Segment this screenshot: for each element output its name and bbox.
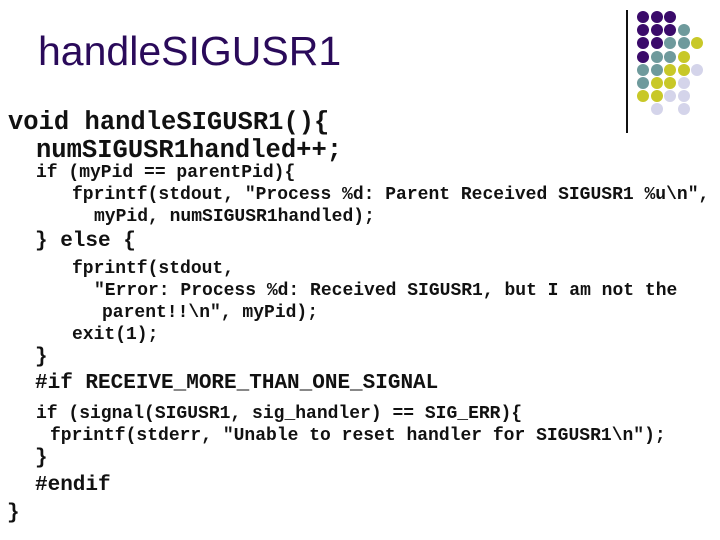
decorative-dot bbox=[664, 63, 677, 76]
code-line: myPid, numSIGUSR1handled); bbox=[94, 207, 375, 227]
code-line: #endif bbox=[35, 474, 111, 497]
code-line: #if RECEIVE_MORE_THAN_ONE_SIGNAL bbox=[35, 372, 439, 395]
decorative-dot bbox=[637, 63, 649, 76]
slide-title: handleSIGUSR1 bbox=[38, 28, 342, 74]
code-line: "Error: Process %d: Received SIGUSR1, bu… bbox=[94, 281, 678, 301]
decorative-dot bbox=[677, 24, 690, 37]
code-line: } bbox=[7, 502, 20, 525]
decorative-dot bbox=[677, 50, 690, 63]
decorative-dot bbox=[650, 63, 663, 76]
decorative-divider-line bbox=[626, 10, 628, 133]
decorative-dot bbox=[664, 37, 677, 50]
decorative-dot bbox=[664, 24, 677, 37]
decorative-dot bbox=[691, 37, 704, 50]
code-line: numSIGUSR1handled++; bbox=[36, 136, 343, 165]
decorative-dot bbox=[664, 77, 677, 89]
decorative-dot bbox=[637, 37, 649, 50]
decorative-dot bbox=[650, 37, 663, 50]
decorative-dot bbox=[650, 90, 663, 103]
decorative-dot bbox=[650, 24, 663, 37]
decorative-dot bbox=[637, 50, 649, 63]
decorative-dot bbox=[637, 77, 649, 89]
decorative-dot bbox=[650, 50, 663, 63]
code-line: if (signal(SIGUSR1, sig_handler) == SIG_… bbox=[36, 404, 523, 424]
code-line: } bbox=[35, 346, 48, 369]
decorative-dot bbox=[677, 37, 690, 50]
decorative-dot bbox=[677, 103, 690, 116]
code-line: void handleSIGUSR1(){ bbox=[8, 108, 330, 137]
decorative-dot bbox=[650, 103, 663, 116]
code-line: fprintf(stdout, "Process %d: Parent Rece… bbox=[72, 185, 710, 205]
code-line: parent!!\n", myPid); bbox=[102, 303, 319, 323]
decorative-dot bbox=[677, 63, 690, 76]
decorative-dot bbox=[691, 63, 704, 76]
code-line: if (myPid == parentPid){ bbox=[36, 163, 296, 183]
decorative-dot bbox=[650, 11, 663, 23]
decorative-dot bbox=[677, 77, 690, 89]
decorative-dot bbox=[664, 90, 677, 103]
decorative-dot bbox=[650, 77, 663, 89]
decorative-dot bbox=[677, 90, 690, 103]
decorative-dot bbox=[664, 50, 677, 63]
code-line: exit(1); bbox=[72, 325, 159, 345]
decorative-dot bbox=[637, 90, 649, 103]
decorative-dot bbox=[637, 24, 649, 37]
decorative-dot bbox=[664, 11, 677, 23]
code-line: fprintf(stdout, bbox=[72, 259, 235, 279]
code-line: fprintf(stderr, "Unable to reset handler… bbox=[50, 426, 666, 446]
code-line: } bbox=[35, 447, 48, 470]
decorative-dot bbox=[637, 11, 649, 23]
code-line: } else { bbox=[35, 230, 136, 253]
